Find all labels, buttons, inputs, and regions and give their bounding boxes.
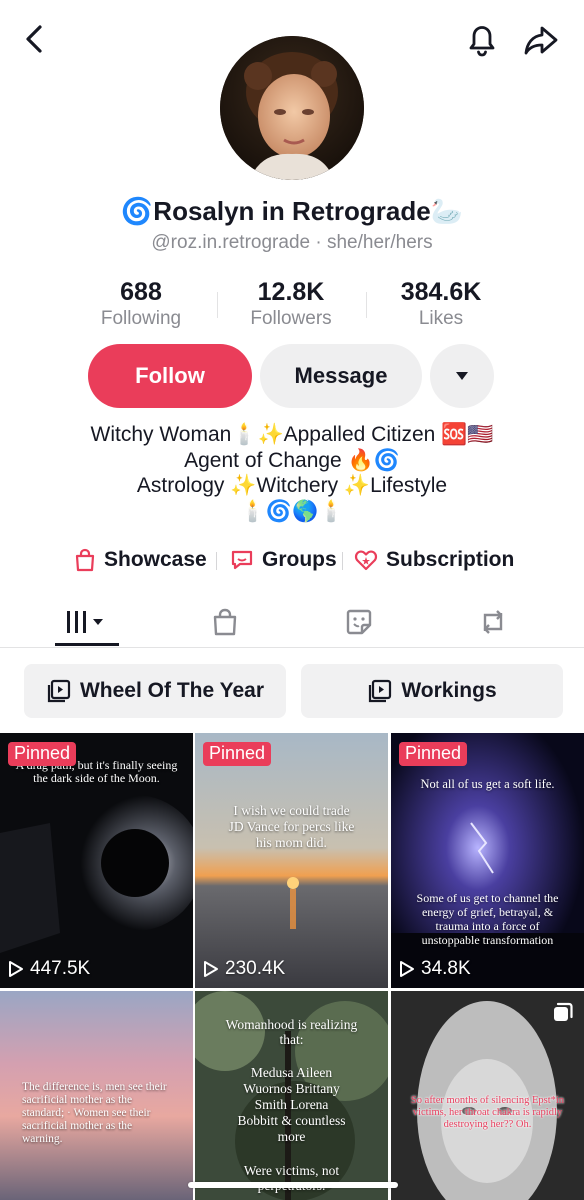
stat-value: 384.6K: [400, 278, 482, 306]
shopping-bag-icon: [75, 548, 95, 572]
name-prefix-emoji: 🌀: [120, 196, 154, 226]
share-arrow-icon: [524, 26, 558, 55]
view-count: 230.4K: [203, 958, 285, 980]
message-button[interactable]: Message: [260, 344, 422, 408]
stat-value: 688: [120, 278, 162, 306]
profile-links: Showcase Groups Subscription: [0, 544, 584, 576]
tab-reposts[interactable]: [420, 596, 566, 648]
playlist-icon: [369, 679, 392, 703]
bio-line: Astrology ✨Witchery ✨Lifestyle: [136, 474, 448, 497]
tab-shop[interactable]: [152, 596, 298, 648]
stat-following[interactable]: 688 Following: [66, 278, 216, 332]
video-caption: So after months of silencing Epst*in vic…: [410, 1095, 565, 1130]
username-handle: @roz.in.retrograde: [151, 232, 311, 253]
profile-name: 🌀Rosalyn in Retrograde🦢: [0, 196, 584, 227]
video-tile[interactable]: Womanhood is realizing that: Medusa Aile…: [195, 991, 388, 1200]
more-options-button[interactable]: [430, 344, 494, 408]
pinned-badge: Pinned: [203, 742, 272, 766]
link-label: Subscription: [386, 548, 515, 571]
repost-icon: [483, 610, 503, 634]
video-tile[interactable]: So after months of silencing Epst*in vic…: [391, 991, 584, 1200]
sticker-icon: [346, 609, 372, 635]
video-caption-bottom: Were victims, not perpetrators.: [243, 1163, 340, 1193]
video-tile[interactable]: Not all of us get a soft life. Some of u…: [391, 733, 584, 988]
playlist-label: Wheel Of The Year: [79, 679, 264, 702]
stat-label: Followers: [250, 308, 332, 329]
profile-bio: Witchy Woman🕯️✨Appalled Citizen 🆘🇺🇸 Agen…: [0, 422, 584, 524]
follow-button[interactable]: Follow: [88, 344, 252, 408]
back-button[interactable]: [18, 22, 52, 56]
link-label: Showcase: [104, 548, 207, 571]
play-icon: [9, 961, 23, 977]
video-tile[interactable]: I wish we could trade JD Vance for percs…: [195, 733, 388, 988]
bio-line: Agent of Change 🔥🌀: [184, 448, 400, 472]
play-icon: [204, 961, 218, 977]
video-thumbnail: [195, 733, 388, 988]
view-count: 447.5K: [8, 958, 90, 980]
stat-followers[interactable]: 12.8K Followers: [216, 278, 366, 332]
profile-actions: Follow Message: [0, 344, 584, 408]
pinned-badge: Pinned: [399, 742, 468, 766]
view-count-value: 34.8K: [421, 958, 471, 979]
bio-line: 🕯️🌀🌎🕯️: [239, 499, 345, 523]
play-icon: [400, 961, 414, 977]
video-tile[interactable]: The difference is, men see their sacrifi…: [0, 991, 193, 1200]
link-divider: [216, 552, 217, 570]
handle-separator: ·: [310, 232, 327, 253]
bell-icon: [469, 26, 495, 57]
content-tabs: [0, 596, 584, 648]
avatar[interactable]: [220, 36, 364, 180]
playlist-label: Workings: [401, 679, 497, 702]
showcase-link[interactable]: Showcase: [74, 544, 207, 576]
video-caption: I wish we could trade JD Vance for percs…: [228, 803, 355, 850]
view-count-value: 447.5K: [30, 958, 91, 979]
view-count: 34.8K: [399, 958, 471, 980]
bio-line: Witchy Woman🕯️✨Appalled Citizen 🆘🇺🇸: [90, 423, 494, 446]
share-button[interactable]: [520, 20, 562, 60]
stat-value: 12.8K: [257, 278, 325, 306]
pronouns: she/her/hers: [326, 232, 433, 253]
groups-link[interactable]: Groups: [230, 544, 337, 576]
video-caption: Some of us get to channel the energy of …: [416, 891, 559, 947]
video-caption-top: Womanhood is realizing that:: [225, 1017, 358, 1047]
video-grid: A drag path, but it's finally seeing the…: [0, 733, 584, 1200]
home-indicator[interactable]: [188, 1182, 398, 1188]
stat-label: Following: [100, 308, 182, 329]
display-name: Rosalyn in Retrograde: [153, 196, 431, 226]
grid-bars-icon: [67, 611, 103, 633]
playlists-row: Wheel Of The Year Workings: [0, 664, 584, 718]
active-tab-indicator: [55, 643, 119, 646]
playlist-workings[interactable]: Workings: [301, 664, 563, 718]
video-tile[interactable]: A drag path, but it's finally seeing the…: [0, 733, 193, 988]
heart-star-icon: [354, 550, 378, 571]
subscription-link[interactable]: Subscription: [354, 544, 514, 576]
video-caption: Medusa Aileen Wuornos Brittany Smith Lor…: [237, 1065, 346, 1144]
tab-favorites[interactable]: [286, 596, 432, 648]
caret-down-icon: [456, 372, 468, 380]
pinned-badge: Pinned: [8, 742, 77, 766]
stat-likes[interactable]: 384.6K Likes: [366, 278, 516, 332]
stat-label: Likes: [418, 308, 464, 329]
profile-stats: 688 Following 12.8K Followers 384.6K Lik…: [0, 278, 584, 334]
link-divider: [342, 552, 343, 570]
video-caption: The difference is, men see their sacrifi…: [22, 1081, 167, 1145]
playlist-wheel-of-the-year[interactable]: Wheel Of The Year: [24, 664, 286, 718]
name-suffix-emoji: 🦢: [430, 196, 464, 226]
multi-photo-icon: [554, 1002, 573, 1021]
chat-bubble-icon: [231, 550, 253, 570]
chevron-left-icon: [26, 25, 42, 53]
link-label: Groups: [262, 548, 337, 571]
avatar-photo: [220, 36, 364, 180]
video-caption-top: Not all of us get a soft life.: [420, 777, 555, 791]
notification-button[interactable]: [462, 20, 502, 60]
view-count-value: 230.4K: [225, 958, 286, 979]
profile-handle-row: @roz.in.retrograde · she/her/hers: [0, 232, 584, 254]
video-thumbnail: [391, 733, 584, 988]
playlist-icon: [47, 679, 71, 703]
bag-icon: [213, 608, 237, 636]
tab-videos[interactable]: [14, 596, 160, 648]
